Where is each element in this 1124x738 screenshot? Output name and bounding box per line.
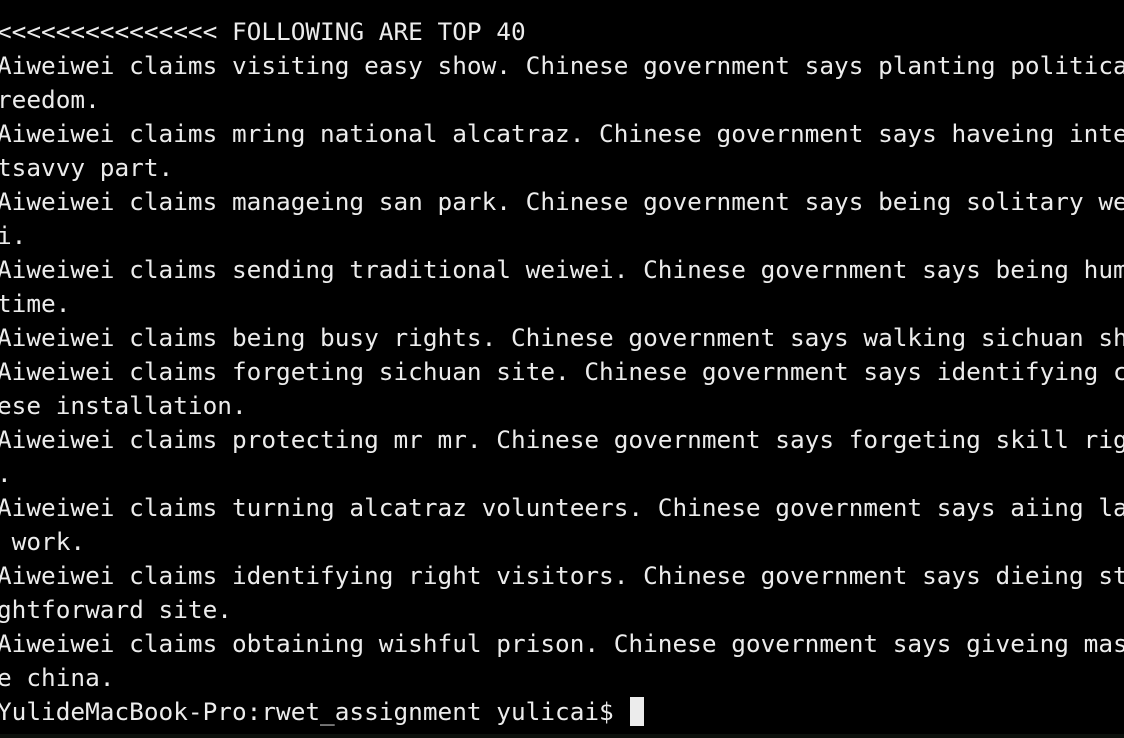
output-line: Aiweiwei claims visiting easy show. Chin… xyxy=(0,51,1124,80)
output-line: work. xyxy=(0,527,86,556)
prompt-line[interactable]: YulideMacBook-Pro:rwet_assignment yulica… xyxy=(0,695,1124,729)
partial-next-line xyxy=(0,734,1124,738)
terminal-output: <<<<<<<<<<<<<<< FOLLOWING ARE TOP 40 Aiw… xyxy=(0,15,1124,729)
output-line: Aiweiwei claims manageing san park. Chin… xyxy=(0,187,1124,216)
output-line: reedom. xyxy=(0,85,100,114)
output-line: i. xyxy=(0,221,27,250)
output-line: ghtforward site. xyxy=(0,595,232,624)
output-line: tsavvy part. xyxy=(0,153,174,182)
shell-prompt: YulideMacBook-Pro:rwet_assignment yulica… xyxy=(0,697,629,726)
output-line: <<<<<<<<<<<<<<< FOLLOWING ARE TOP 40 xyxy=(0,17,526,46)
terminal-window[interactable]: <<<<<<<<<<<<<<< FOLLOWING ARE TOP 40 Aiw… xyxy=(0,0,1124,738)
output-line: Aiweiwei claims being busy rights. Chine… xyxy=(0,323,1124,352)
output-line: Aiweiwei claims obtaining wishful prison… xyxy=(0,629,1124,658)
output-line: e china. xyxy=(0,663,115,692)
output-line: time. xyxy=(0,289,71,318)
output-line: Aiweiwei claims turning alcatraz volunte… xyxy=(0,493,1124,522)
text-cursor xyxy=(630,697,645,726)
output-line: ese installation. xyxy=(0,391,247,420)
output-line: Aiweiwei claims mring national alcatraz.… xyxy=(0,119,1124,148)
output-line: . xyxy=(0,457,1124,491)
output-line: Aiweiwei claims sending traditional weiw… xyxy=(0,255,1124,284)
output-line: Aiweiwei claims identifying right visito… xyxy=(0,561,1124,590)
output-line: Aiweiwei claims forgeting sichuan site. … xyxy=(0,357,1124,386)
output-line: Aiweiwei claims protecting mr mr. Chines… xyxy=(0,425,1124,454)
